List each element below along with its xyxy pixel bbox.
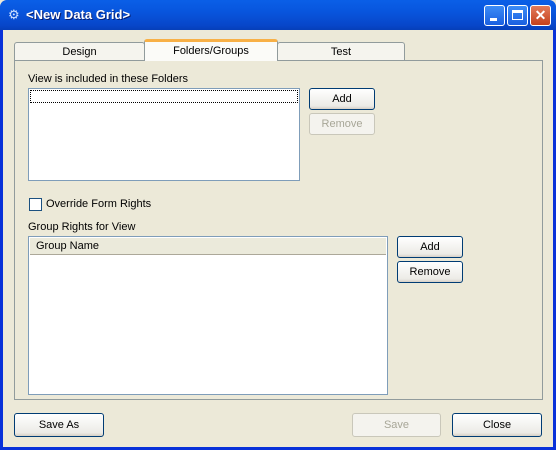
minimize-icon: [490, 18, 497, 21]
tab-test[interactable]: Test: [277, 42, 405, 60]
save-as-button[interactable]: Save As: [14, 413, 104, 437]
minimize-button[interactable]: [484, 5, 505, 26]
close-window-button[interactable]: ✕: [530, 5, 551, 26]
tab-folders-groups-label: Folders/Groups: [173, 45, 249, 57]
group-rights-grid[interactable]: Group Name: [28, 236, 388, 395]
remove-folder-button[interactable]: Remove: [309, 113, 375, 135]
window-title: <New Data Grid>: [26, 7, 131, 22]
group-rights-label: Group Rights for View: [28, 221, 136, 233]
tab-design[interactable]: Design: [14, 42, 145, 60]
tab-test-label: Test: [330, 46, 352, 58]
app-icon: ⚙: [8, 7, 20, 22]
close-icon: ✕: [534, 7, 547, 23]
group-name-column-header[interactable]: Group Name: [36, 240, 99, 252]
folders-label: View is included in these Folders: [28, 73, 188, 85]
tab-folders-groups[interactable]: Folders/Groups: [144, 39, 278, 61]
folders-list[interactable]: [28, 88, 300, 181]
maximize-button[interactable]: [507, 5, 528, 26]
close-button[interactable]: Close: [452, 413, 542, 437]
maximize-icon: [512, 10, 523, 20]
folders-list-item[interactable]: [30, 90, 298, 103]
remove-group-button[interactable]: Remove: [397, 261, 463, 283]
override-form-rights-checkbox[interactable]: [29, 198, 42, 211]
grid-header: Group Name: [30, 238, 386, 255]
add-group-button[interactable]: Add: [397, 236, 463, 258]
tab-design-label: Design: [62, 46, 97, 58]
add-folder-button[interactable]: Add: [309, 88, 375, 110]
override-form-rights-label[interactable]: Override Form Rights: [46, 198, 151, 210]
title-bar[interactable]: ⚙ <New Data Grid> ✕: [0, 0, 556, 30]
save-button[interactable]: Save: [352, 413, 441, 437]
